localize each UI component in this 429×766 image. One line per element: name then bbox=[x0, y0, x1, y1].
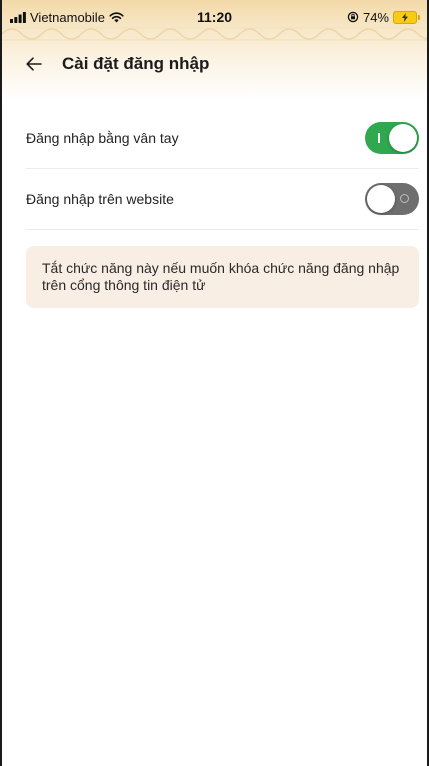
status-left: Vietnamobile bbox=[10, 10, 124, 25]
carrier-name: Vietnamobile bbox=[30, 9, 105, 25]
setting-row-fingerprint-login: Đăng nhập bằng vân tay bbox=[26, 108, 419, 169]
wifi-icon bbox=[109, 11, 124, 22]
nav-bar: Cài đặt đăng nhập bbox=[2, 34, 427, 94]
fingerprint-login-toggle[interactable] bbox=[365, 122, 419, 154]
phone-screen: Vietnamobile 11:20 74% Cài đặt đăng nhập… bbox=[0, 0, 429, 766]
page-title: Cài đặt đăng nhập bbox=[62, 54, 210, 73]
setting-row-website-login: Đăng nhập trên website bbox=[26, 169, 419, 230]
toggle-knob bbox=[367, 185, 395, 213]
status-bar: Vietnamobile 11:20 74% bbox=[2, 0, 427, 34]
battery-percent: 74% bbox=[362, 9, 389, 25]
header: Vietnamobile 11:20 74% Cài đặt đăng nhập bbox=[2, 0, 427, 108]
setting-label-fingerprint-login: Đăng nhập bằng vân tay bbox=[26, 130, 179, 146]
status-time: 11:20 bbox=[196, 9, 233, 25]
toggle-on-mark bbox=[378, 133, 380, 143]
info-box: Tắt chức năng này nếu muốn khóa chức năn… bbox=[26, 246, 419, 308]
signal-icon bbox=[10, 11, 26, 23]
status-right: 74% bbox=[347, 9, 420, 25]
arrow-left-icon bbox=[26, 57, 42, 71]
setting-label-website-login: Đăng nhập trên website bbox=[26, 191, 174, 207]
settings-list: Đăng nhập bằng vân tay Đăng nhập trên we… bbox=[2, 108, 427, 230]
battery-charging-icon bbox=[393, 10, 420, 24]
back-button[interactable] bbox=[20, 50, 48, 78]
rotation-lock-icon bbox=[347, 11, 359, 23]
toggle-off-mark bbox=[400, 194, 409, 203]
info-text: Tắt chức năng này nếu muốn khóa chức năn… bbox=[42, 260, 400, 293]
website-login-toggle[interactable] bbox=[365, 183, 419, 215]
toggle-knob bbox=[389, 124, 417, 152]
